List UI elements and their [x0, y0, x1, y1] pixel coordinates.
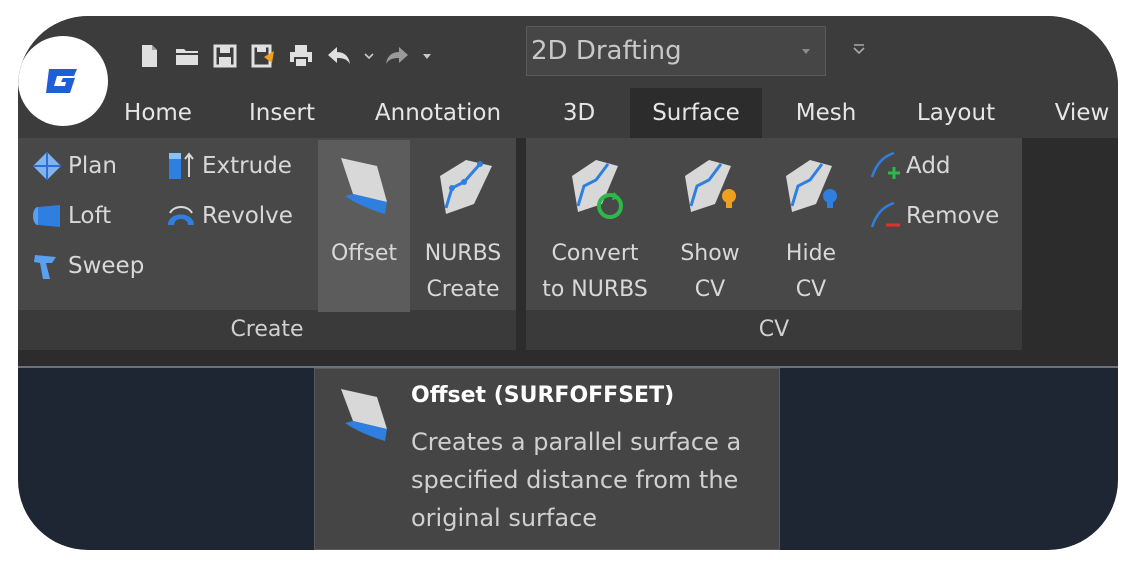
- nurbs-create-label-line1: NURBS: [424, 241, 502, 266]
- plan-label: Plan: [68, 153, 117, 179]
- loft-label: Loft: [68, 203, 112, 229]
- loft-button[interactable]: Loft: [30, 196, 111, 236]
- cv-panel-title[interactable]: CV: [526, 310, 1022, 350]
- convert-to-nurbs-icon: [572, 160, 623, 219]
- hide-cv-button[interactable]: Hide CV: [766, 140, 856, 312]
- quick-access-toolbar: [134, 34, 440, 78]
- open-icon: [176, 49, 198, 65]
- offset-surface-icon: [341, 158, 387, 214]
- offset-label: Offset: [330, 241, 398, 266]
- sweep-icon: [34, 255, 56, 279]
- nurbs-create-button[interactable]: NURBS Create: [416, 140, 510, 312]
- save-as-icon: [251, 44, 274, 68]
- create-panel-title[interactable]: Create: [18, 310, 516, 350]
- convert-label-line2: to NURBS: [542, 277, 648, 302]
- new-button[interactable]: [134, 39, 164, 73]
- tooltip-title: Offset (SURFOFFSET): [411, 383, 675, 408]
- tab-mesh[interactable]: Mesh: [780, 88, 872, 138]
- nurbs-surface-icon: [440, 160, 492, 214]
- hide-cv-icon: [786, 160, 837, 212]
- print-button[interactable]: [286, 39, 316, 73]
- hide-cv-label-line2: CV: [795, 277, 827, 302]
- extrude-label: Extrude: [202, 153, 292, 179]
- offset-surface-icon: [341, 389, 387, 441]
- revolve-icon: [168, 206, 194, 225]
- new-icon: [142, 45, 157, 67]
- chevron-down-icon: [364, 53, 374, 60]
- print-icon: [290, 45, 312, 68]
- tab-view[interactable]: View: [1042, 88, 1118, 138]
- show-cv-icon: [685, 160, 736, 212]
- show-cv-label-line1: Show: [680, 241, 740, 266]
- gstarcad-logo-icon: [46, 69, 77, 93]
- tab-insert[interactable]: Insert: [240, 88, 324, 138]
- undo-icon: [328, 47, 350, 64]
- app-window: 2D Drafting Home Insert Annotation 3D Su…: [18, 16, 1118, 550]
- remove-cv-icon: [870, 201, 900, 228]
- tab-3d[interactable]: 3D: [548, 88, 610, 138]
- plan-surface-icon: [33, 152, 61, 180]
- nurbs-create-label-line2: Create: [426, 277, 500, 302]
- caret-down-icon: [423, 54, 431, 59]
- extrude-icon: [169, 152, 194, 179]
- revolve-label: Revolve: [202, 203, 293, 229]
- remove-cv-button[interactable]: Remove: [868, 196, 999, 236]
- tab-annotation[interactable]: Annotation: [362, 88, 514, 138]
- extrude-button[interactable]: Extrude: [164, 146, 292, 186]
- add-cv-icon: [870, 151, 900, 179]
- plan-button[interactable]: Plan: [30, 146, 117, 186]
- save-icon: [213, 44, 237, 68]
- remove-label: Remove: [906, 203, 1000, 229]
- undo-button[interactable]: [324, 39, 354, 73]
- redo-dropdown[interactable]: [420, 39, 434, 73]
- offset-button[interactable]: Offset: [318, 140, 410, 312]
- dropdown-arrow-icon: [802, 49, 810, 54]
- redo-button[interactable]: [382, 39, 412, 73]
- hide-cv-label-line1: Hide: [785, 241, 837, 266]
- show-cv-label-line2: CV: [694, 277, 726, 302]
- tab-surface[interactable]: Surface: [630, 88, 762, 138]
- save-button[interactable]: [210, 39, 240, 73]
- sweep-label: Sweep: [68, 253, 145, 279]
- tab-layout[interactable]: Layout: [904, 88, 1008, 138]
- redo-icon: [386, 47, 408, 64]
- revolve-button[interactable]: Revolve: [164, 196, 293, 236]
- customize-toolbar-icon[interactable]: [852, 42, 866, 56]
- convert-to-nurbs-button[interactable]: Convert to NURBS: [530, 140, 660, 312]
- workspace-value: 2D Drafting: [531, 36, 682, 66]
- undo-dropdown[interactable]: [362, 39, 376, 73]
- add-label: Add: [906, 153, 951, 179]
- tab-home[interactable]: Home: [110, 88, 206, 138]
- workspace-dropdown[interactable]: 2D Drafting: [526, 26, 826, 76]
- show-cv-button[interactable]: Show CV: [668, 140, 752, 312]
- open-button[interactable]: [172, 39, 202, 73]
- add-cv-button[interactable]: Add: [868, 146, 951, 186]
- save-as-button[interactable]: [248, 39, 278, 73]
- sweep-button[interactable]: Sweep: [30, 246, 144, 286]
- convert-label-line1: Convert: [551, 241, 639, 266]
- tooltip-description: Creates a parallel surface a specified d…: [411, 428, 742, 532]
- loft-icon: [33, 205, 60, 227]
- offset-tooltip: Offset (SURFOFFSET) Creates a parallel s…: [314, 368, 780, 550]
- app-logo[interactable]: [18, 36, 108, 126]
